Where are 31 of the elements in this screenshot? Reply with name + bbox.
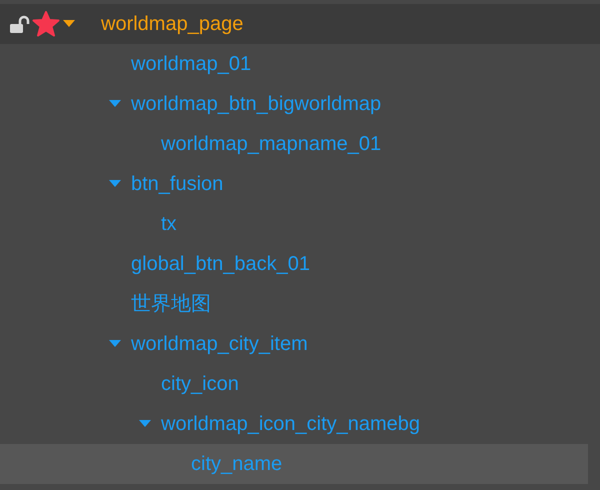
node-label: city_icon xyxy=(161,372,239,397)
node-label: worldmap_city_item xyxy=(131,332,308,357)
tree-row[interactable]: worldmap_city_item xyxy=(0,324,600,364)
node-label: worldmap_btn_bigworldmap xyxy=(131,92,382,117)
star-icon xyxy=(32,11,60,37)
tree-row[interactable]: 世界地图 xyxy=(0,284,600,324)
caret-down-icon[interactable] xyxy=(108,99,122,109)
tree-row[interactable]: worldmap_btn_bigworldmap xyxy=(0,84,600,124)
node-label: tx xyxy=(161,212,177,237)
unlocked-padlock-icon[interactable] xyxy=(9,15,31,33)
node-label: worldmap_icon_city_namebg xyxy=(161,412,420,437)
node-label: btn_fusion xyxy=(131,172,224,197)
tree-row[interactable]: worldmap_01 xyxy=(0,44,600,84)
tree-row[interactable]: worldmap_page xyxy=(0,4,600,44)
tree-row[interactable]: worldmap_mapname_01 xyxy=(0,124,600,164)
tree-row[interactable]: global_btn_back_01 xyxy=(0,244,600,284)
caret-down-icon[interactable] xyxy=(108,179,122,189)
node-label: city_name xyxy=(191,452,282,477)
tree-row[interactable]: city_icon xyxy=(0,364,600,404)
node-label: global_btn_back_01 xyxy=(131,252,310,277)
caret-down-icon[interactable] xyxy=(108,339,122,349)
caret-down-icon[interactable] xyxy=(138,419,152,429)
node-label: worldmap_mapname_01 xyxy=(161,132,382,157)
caret-down-icon[interactable] xyxy=(62,19,76,29)
tree-row[interactable]: tx xyxy=(0,204,600,244)
tree-row[interactable]: worldmap_icon_city_namebg xyxy=(0,404,600,444)
node-label: worldmap_page xyxy=(101,12,244,37)
tree-row[interactable]: btn_fusion xyxy=(0,164,600,204)
tree-row[interactable]: city_name xyxy=(0,444,588,484)
node-label: 世界地图 xyxy=(131,292,211,317)
node-label: worldmap_01 xyxy=(131,52,252,77)
